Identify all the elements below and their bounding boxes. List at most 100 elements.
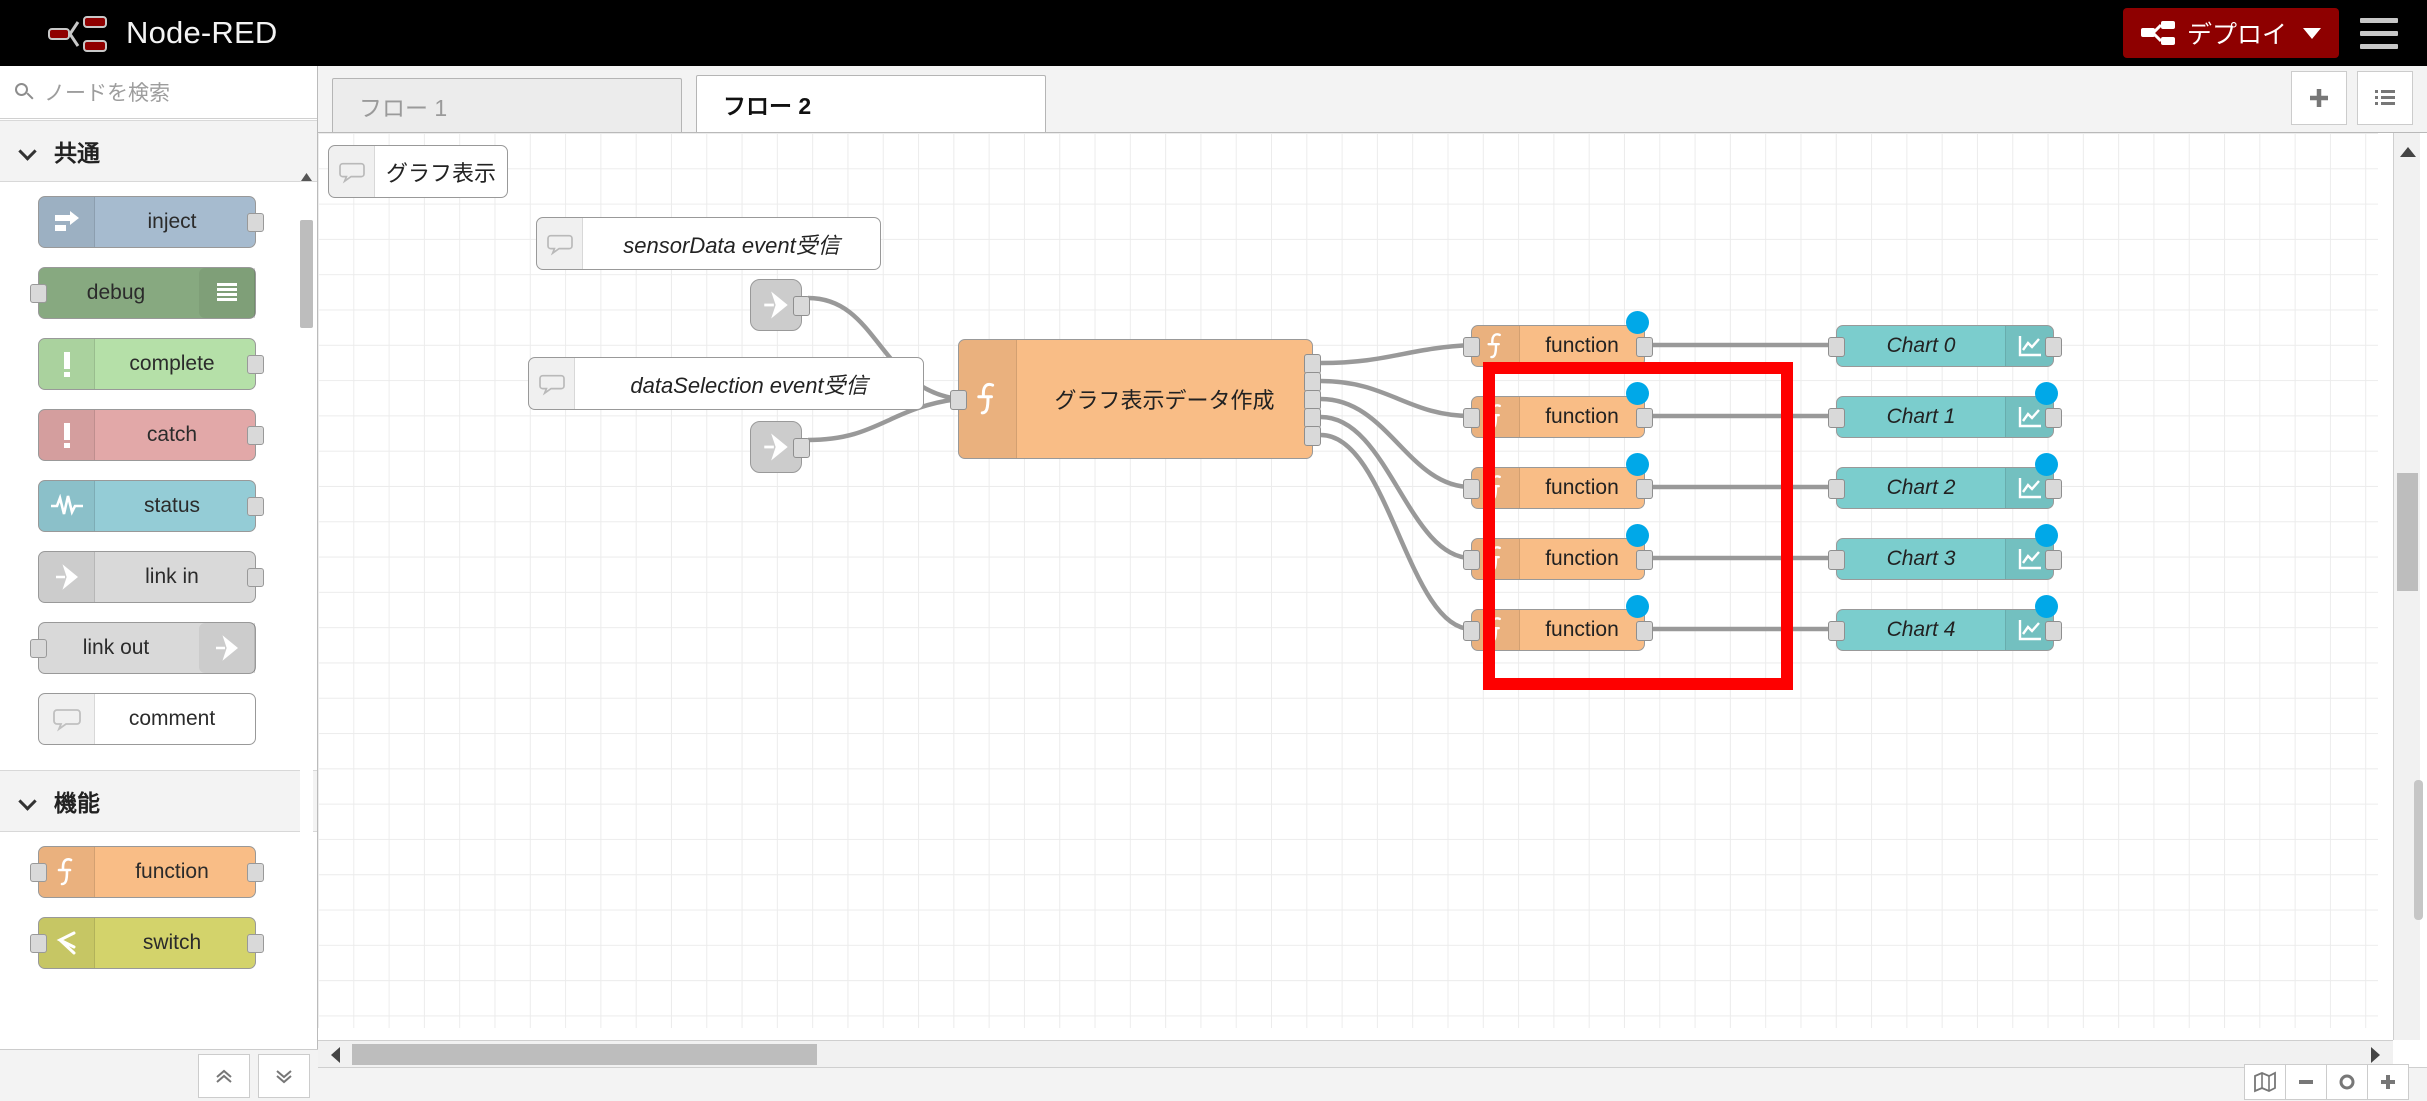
node-input-port[interactable] <box>30 863 47 882</box>
node-output-port[interactable] <box>247 426 264 445</box>
status-dot <box>2035 453 2058 476</box>
palette-category-common[interactable]: 共通 <box>0 120 317 182</box>
scroll-up-arrow-icon[interactable] <box>300 170 313 186</box>
chart-node-1[interactable]: Chart 1 <box>1828 382 2062 438</box>
node-output-port[interactable] <box>1636 337 1653 357</box>
palette-sidebar: ノードを検索 共通 inject debug complete catch st… <box>0 66 318 1101</box>
node-output-port-3[interactable] <box>1304 390 1321 410</box>
comment-node-dataselection-event[interactable]: dataSelection event受信 <box>528 357 924 410</box>
node-input-port[interactable] <box>1828 550 1845 570</box>
node-input-port[interactable] <box>30 284 47 303</box>
zoom-in-button[interactable] <box>2367 1064 2409 1100</box>
node-input-port[interactable] <box>1463 337 1480 357</box>
chevron-down-icon <box>20 143 36 159</box>
palette-node-comment[interactable]: comment <box>38 693 256 745</box>
zoom-out-button[interactable] <box>2285 1064 2327 1100</box>
chart-node-3[interactable]: Chart 3 <box>1828 524 2062 580</box>
node-red-logo-icon <box>48 15 110 52</box>
node-output-port[interactable] <box>2045 479 2062 499</box>
palette-node-label: complete <box>129 352 215 375</box>
palette-node-switch[interactable]: switch <box>30 917 264 969</box>
node-output-port-1[interactable] <box>1304 354 1321 374</box>
node-output-port[interactable] <box>2045 621 2062 641</box>
zoom-reset-button[interactable] <box>2326 1064 2368 1100</box>
palette-node-catch[interactable]: catch <box>38 409 264 461</box>
node-output-port[interactable] <box>247 934 264 953</box>
chevrons-down-icon[interactable] <box>258 1053 310 1098</box>
map-icon[interactable] <box>2244 1064 2286 1100</box>
status-dot <box>2035 524 2058 547</box>
chevron-down-icon[interactable] <box>2303 27 2321 39</box>
palette-category-label: 機能 <box>54 790 100 816</box>
palette-node-status[interactable]: status <box>38 480 264 532</box>
node-input-port[interactable] <box>950 390 967 410</box>
link-in-node-1[interactable] <box>750 279 810 331</box>
node-input-port[interactable] <box>1463 621 1480 641</box>
node-output-port-4[interactable] <box>1304 408 1321 428</box>
link-in-node-2[interactable] <box>750 421 810 473</box>
node-output-port[interactable] <box>2045 337 2062 357</box>
add-tab-button[interactable] <box>2291 71 2347 125</box>
node-output-port[interactable] <box>2045 550 2062 570</box>
palette-category-function-items: function switch <box>0 832 317 994</box>
palette-category-common-items: inject debug complete catch status link … <box>0 182 317 770</box>
palette-node-link-out[interactable]: link out <box>30 622 256 674</box>
node-input-port[interactable] <box>1463 479 1480 499</box>
flow-canvas-wrapper[interactable]: グラフ表示 sensorData event受信 dataSelection e… <box>318 133 2427 1101</box>
node-output-port[interactable] <box>2045 408 2062 428</box>
palette-scroll-thumb[interactable] <box>300 220 313 328</box>
comment-node-graph-display[interactable]: グラフ表示 <box>328 145 508 198</box>
search-icon <box>14 82 34 102</box>
tab-flow-1[interactable]: フロー 1 <box>332 78 682 132</box>
node-output-port[interactable] <box>793 296 810 316</box>
palette-node-function[interactable]: function <box>30 846 264 898</box>
canvas-vscroll-thumb[interactable] <box>2397 473 2418 591</box>
speech-bubble-icon <box>537 218 583 269</box>
node-output-port[interactable] <box>793 438 810 458</box>
speech-bubble-icon <box>329 146 375 197</box>
app-header: Node-RED デプロイ <box>0 0 2427 66</box>
node-input-port[interactable] <box>1828 621 1845 641</box>
window-scroll-thumb[interactable] <box>2414 780 2423 920</box>
node-input-port[interactable] <box>1828 337 1845 357</box>
canvas-hscroll-thumb[interactable] <box>352 1044 817 1065</box>
node-output-port[interactable] <box>247 497 264 516</box>
list-tabs-button[interactable] <box>2357 71 2413 125</box>
search-input[interactable]: ノードを検索 <box>0 66 317 119</box>
node-input-port[interactable] <box>1463 408 1480 428</box>
node-input-port[interactable] <box>1463 550 1480 570</box>
node-output-port[interactable] <box>247 568 264 587</box>
chevrons-up-icon[interactable] <box>198 1053 250 1098</box>
palette-node-debug[interactable]: debug <box>30 267 256 319</box>
function-node-graph-data-builder[interactable]: グラフ表示データ作成 <box>950 339 1321 459</box>
scroll-left-arrow-icon[interactable] <box>320 1041 350 1068</box>
node-input-port[interactable] <box>30 934 47 953</box>
palette-category-function[interactable]: 機能 <box>0 770 317 832</box>
chart-node-2[interactable]: Chart 2 <box>1828 453 2062 509</box>
palette-node-complete[interactable]: complete <box>38 338 264 390</box>
node-output-port-2[interactable] <box>1304 372 1321 392</box>
deploy-button[interactable]: デプロイ <box>2122 8 2339 58</box>
node-output-port-5[interactable] <box>1304 426 1321 446</box>
node-input-port[interactable] <box>30 639 47 658</box>
canvas-horizontal-scrollbar[interactable] <box>318 1040 2393 1067</box>
comment-node-sensordata-event[interactable]: sensorData event受信 <box>536 217 881 270</box>
node-output-port[interactable] <box>247 863 264 882</box>
flow-canvas[interactable]: グラフ表示 sensorData event受信 dataSelection e… <box>318 133 2378 1028</box>
node-output-port[interactable] <box>247 355 264 374</box>
function-node-1[interactable]: function <box>1463 311 1653 367</box>
chart-node-0[interactable]: Chart 0 <box>1828 325 2062 367</box>
hamburger-menu-icon[interactable] <box>2349 0 2409 66</box>
node-output-port[interactable] <box>247 213 264 232</box>
scroll-up-arrow-icon[interactable] <box>2394 137 2421 167</box>
node-input-port[interactable] <box>1828 408 1845 428</box>
tab-flow-2[interactable]: フロー 2 <box>696 75 1046 132</box>
palette-node-inject[interactable]: inject <box>38 196 264 248</box>
palette-body: 共通 inject debug complete catch status li… <box>0 120 317 1049</box>
palette-node-link-in[interactable]: link in <box>38 551 264 603</box>
annotation-rectangle <box>1483 362 1793 690</box>
palette-scrollbar[interactable] <box>300 173 313 1080</box>
node-input-port[interactable] <box>1828 479 1845 499</box>
chevron-down-icon <box>20 793 36 809</box>
chart-node-4[interactable]: Chart 4 <box>1828 595 2062 651</box>
